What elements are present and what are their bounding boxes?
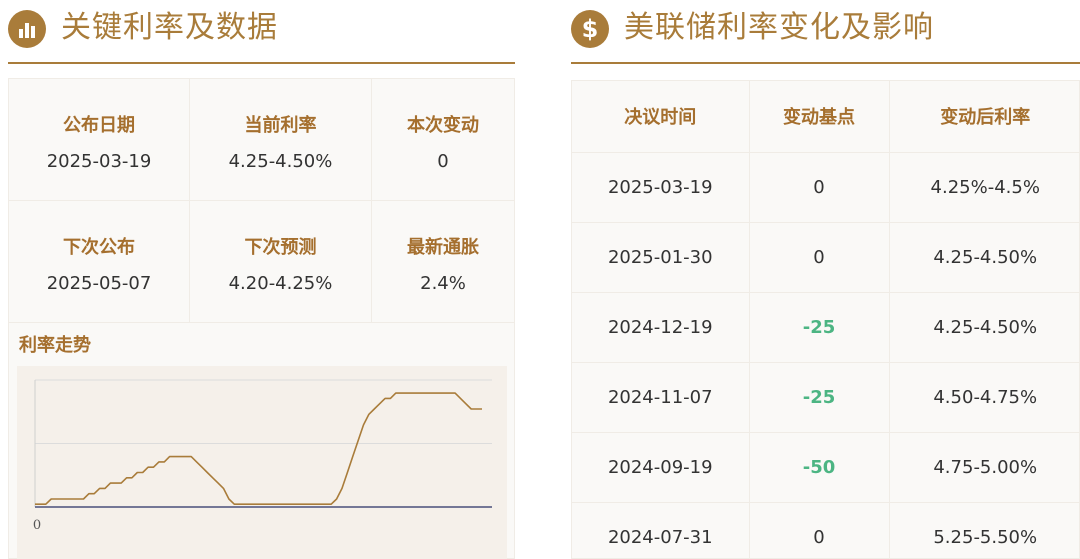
table-row: 2024-07-31 0 5.25-5.50% bbox=[572, 502, 1079, 558]
cell-bps: 0 bbox=[749, 502, 890, 558]
stat-label: 本次变动 bbox=[407, 115, 479, 136]
bar-chart-icon bbox=[8, 10, 46, 48]
fed-rate-table-wrap: 决议时间 变动基点 变动后利率 2025-03-19 0 4.25%-4.5% 202… bbox=[571, 80, 1080, 559]
dollar-icon: $ bbox=[571, 10, 609, 48]
stat-value: 2025-05-07 bbox=[46, 273, 152, 294]
cell-date: 2024-12-19 bbox=[572, 292, 750, 363]
column-header: 变动后利率 bbox=[889, 81, 1079, 153]
cell-bps: -50 bbox=[749, 432, 890, 503]
rate-trend-chart: 0 bbox=[17, 366, 507, 559]
fed-rate-table: 决议时间 变动基点 变动后利率 2025-03-19 0 4.25%-4.5% 202… bbox=[572, 81, 1079, 558]
cell-bps: 0 bbox=[749, 152, 890, 223]
stat-current-rate: 当前利率 4.25-4.50% bbox=[190, 79, 372, 201]
rate-trend-title: 利率走势 bbox=[19, 335, 91, 356]
table-row: 2024-11-07 -25 4.50-4.75% bbox=[572, 362, 1079, 433]
cell-date: 2025-01-30 bbox=[572, 222, 750, 293]
cell-rate: 4.25%-4.5% bbox=[889, 152, 1079, 223]
key-rates-panel: 关键利率及数据 公布日期 2025-03-19 当前利率 4.25-4.50% … bbox=[8, 0, 515, 559]
stat-release-date: 公布日期 2025-03-19 bbox=[9, 79, 190, 201]
cell-rate: 4.75-5.00% bbox=[889, 432, 1079, 503]
stat-next-forecast: 下次预测 4.20-4.25% bbox=[190, 201, 372, 323]
table-header-row: 决议时间 变动基点 变动后利率 bbox=[572, 81, 1079, 153]
cell-bps: 0 bbox=[749, 222, 890, 293]
rate-trend-section: 利率走势 0 bbox=[8, 323, 515, 559]
fed-rate-header: $ 美联储利率变化及影响 bbox=[571, 0, 1080, 64]
table-row: 2024-09-19 -50 4.75-5.00% bbox=[572, 432, 1079, 503]
stat-inflation: 最新通胀 2.4% bbox=[372, 201, 514, 323]
rate-trend-svg: 0 bbox=[33, 379, 492, 533]
table-row: 2025-01-30 0 4.25-4.50% bbox=[572, 222, 1079, 293]
cell-date: 2024-07-31 bbox=[572, 502, 750, 558]
stat-value: 4.20-4.25% bbox=[228, 273, 333, 294]
stat-label: 下次公布 bbox=[63, 237, 135, 258]
stat-value: 2.4% bbox=[420, 273, 466, 294]
column-header: 变动基点 bbox=[749, 81, 890, 153]
table-row: 2025-03-19 0 4.25%-4.5% bbox=[572, 152, 1079, 223]
rate-series-line bbox=[35, 392, 482, 505]
key-rates-title: 关键利率及数据 bbox=[61, 10, 278, 45]
cell-bps: -25 bbox=[749, 292, 890, 363]
stat-value: 2025-03-19 bbox=[46, 151, 152, 172]
stat-label: 公布日期 bbox=[63, 115, 135, 136]
stat-value: 4.25-4.50% bbox=[228, 151, 333, 172]
stat-value: 0 bbox=[437, 151, 449, 172]
fed-rate-panel: $ 美联储利率变化及影响 决议时间 变动基点 变动后利率 2025-03-19 0… bbox=[571, 0, 1080, 559]
cell-date: 2025-03-19 bbox=[572, 152, 750, 223]
column-header: 决议时间 bbox=[572, 81, 750, 153]
key-rates-header: 关键利率及数据 bbox=[8, 0, 515, 64]
stats-grid: 公布日期 2025-03-19 当前利率 4.25-4.50% 本次变动 0 下… bbox=[8, 78, 515, 323]
cell-date: 2024-09-19 bbox=[572, 432, 750, 503]
table-row: 2024-12-19 -25 4.25-4.50% bbox=[572, 292, 1079, 363]
cell-date: 2024-11-07 bbox=[572, 362, 750, 433]
cell-rate: 4.50-4.75% bbox=[889, 362, 1079, 433]
y-tick-label: 0 bbox=[33, 518, 41, 533]
stat-change: 本次变动 0 bbox=[372, 79, 514, 201]
stat-label: 下次预测 bbox=[244, 237, 317, 258]
stat-next-release: 下次公布 2025-05-07 bbox=[9, 201, 190, 323]
cell-rate: 4.25-4.50% bbox=[889, 222, 1079, 293]
cell-bps: -25 bbox=[749, 362, 890, 433]
stat-label: 最新通胀 bbox=[407, 237, 479, 258]
stat-label: 当前利率 bbox=[244, 115, 317, 136]
fed-rate-title: 美联储利率变化及影响 bbox=[624, 10, 934, 45]
cell-rate: 4.25-4.50% bbox=[889, 292, 1079, 363]
cell-rate: 5.25-5.50% bbox=[889, 502, 1079, 558]
